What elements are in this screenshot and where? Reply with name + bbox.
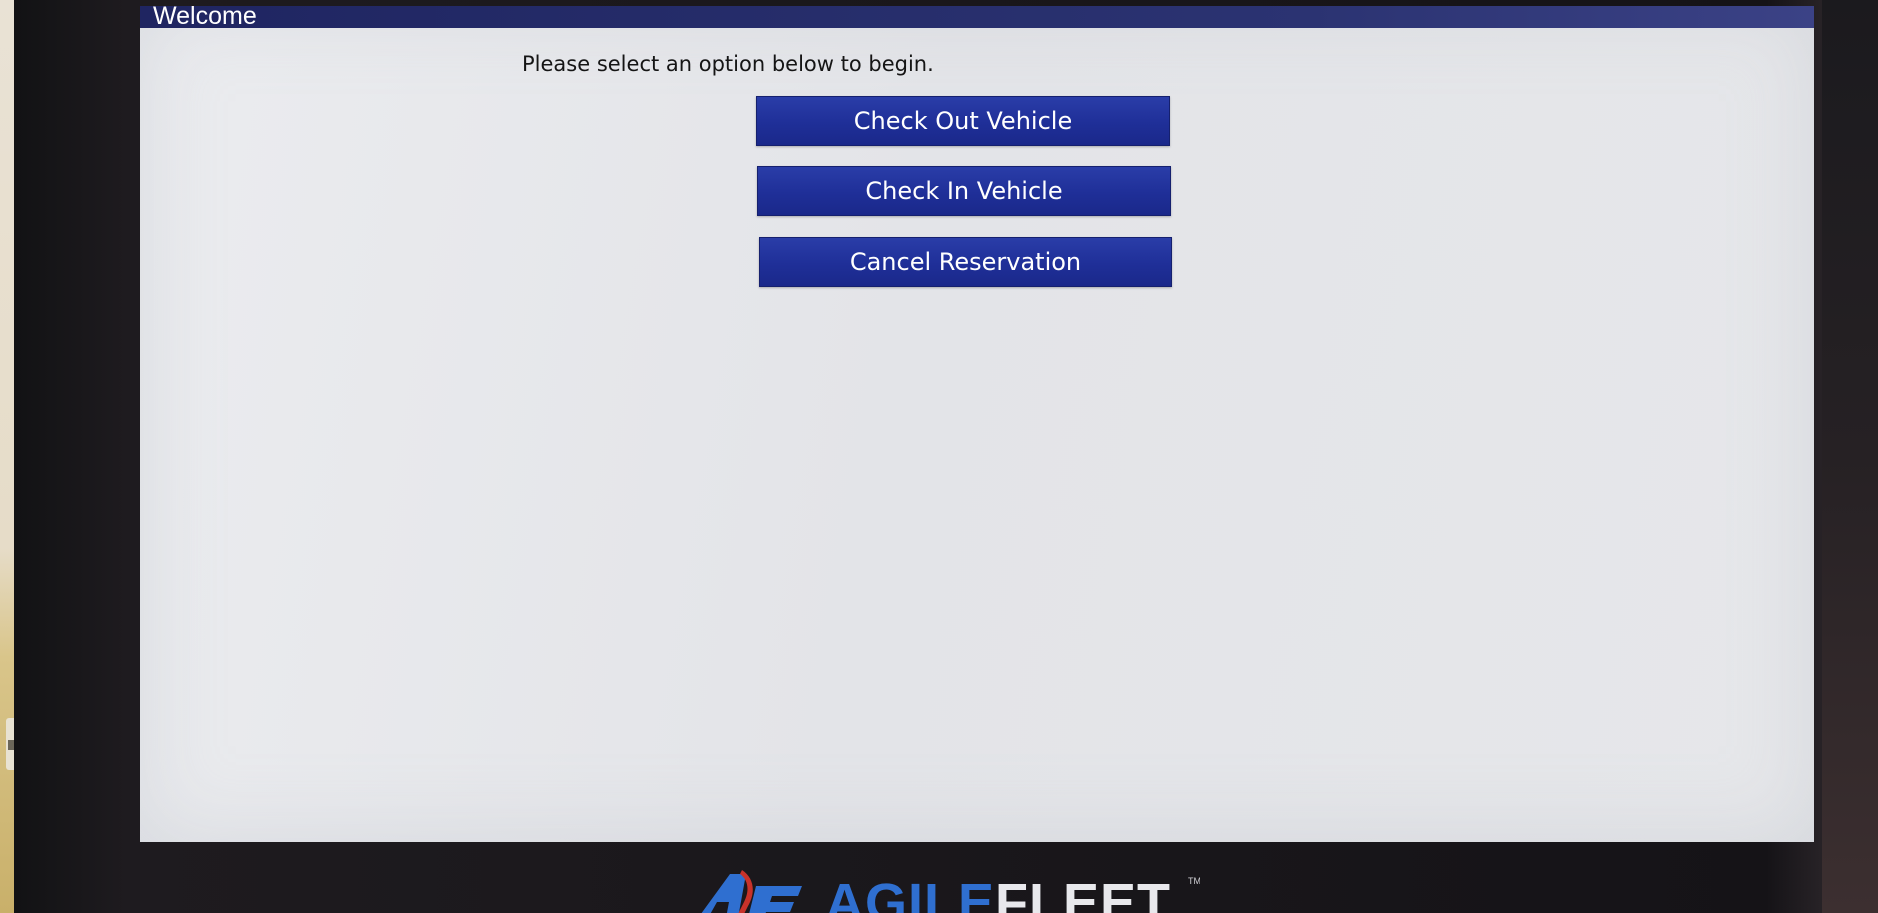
kiosk-screen: Welcome Please select an option below to… [140, 6, 1814, 842]
kiosk-bezel-edge [1822, 0, 1878, 913]
logo-word-fleet: FLEET [995, 873, 1172, 913]
cancel-reservation-button[interactable]: Cancel Reservation [759, 237, 1172, 287]
agile-fleet-logo: AGILEFLEET TM [680, 862, 1200, 913]
instruction-text: Please select an option below to begin. [522, 52, 934, 76]
page-title: Welcome [153, 6, 257, 30]
agile-fleet-logo-icon [701, 870, 802, 913]
background-wall [0, 0, 14, 913]
check-in-vehicle-button[interactable]: Check In Vehicle [757, 166, 1171, 216]
check-out-vehicle-button[interactable]: Check Out Vehicle [756, 96, 1170, 146]
logo-word-agile: AGILE [825, 873, 996, 913]
logo-wordmark: AGILEFLEET [825, 876, 1171, 913]
title-bar: Welcome [140, 6, 1814, 30]
trademark-mark: TM [1188, 876, 1200, 886]
